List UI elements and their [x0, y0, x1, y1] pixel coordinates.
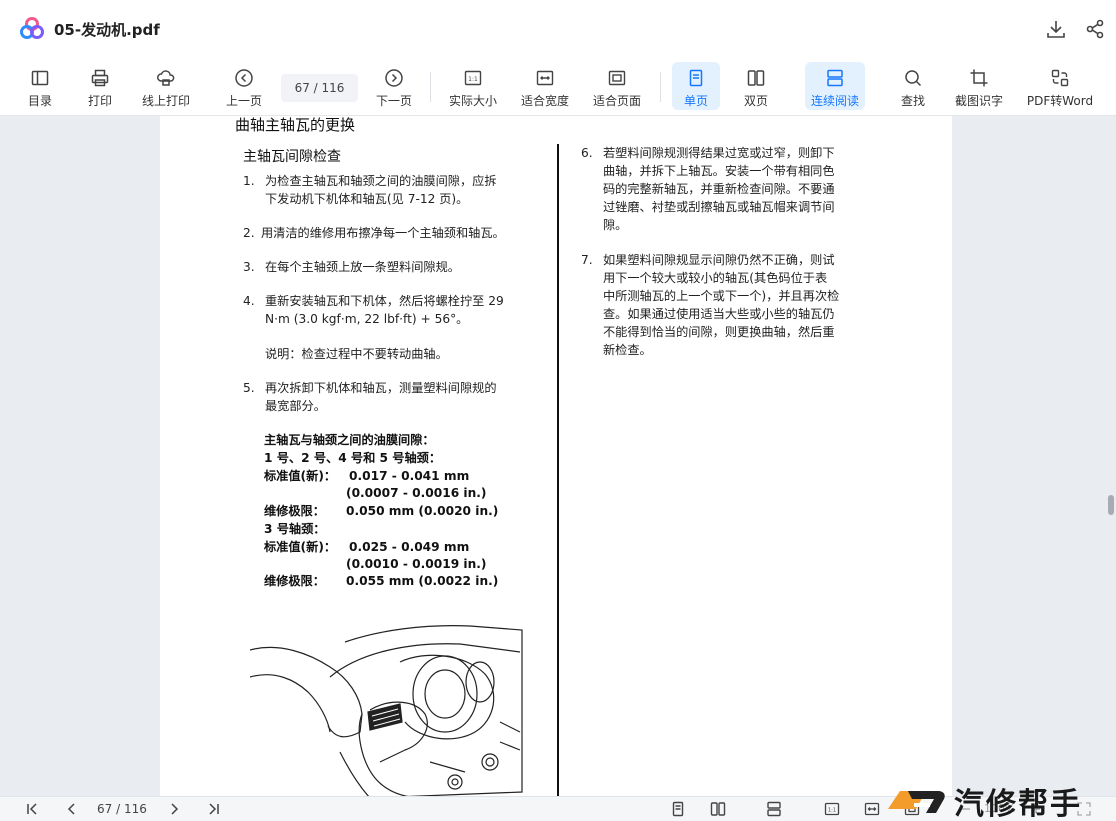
chevron-right-circle-icon	[384, 68, 404, 88]
chevron-left-circle-icon	[234, 68, 254, 88]
list-item: 2. 用清洁的维修用布擦净每一个主轴颈和轴瓦。	[243, 226, 505, 240]
single-page-button[interactable]: 单页	[672, 62, 720, 110]
spec-title: 主轴瓦与轴颈之间的油膜间隙：	[264, 433, 435, 447]
list-item: 7. 如果塑料间隙规显示间隙仍然不正确，则试 用下一个较大或较小的轴瓦(其色码位…	[581, 253, 840, 357]
watermark: 汽修帮手	[884, 775, 1116, 821]
list-item: 5. 再次拆卸下机体和轴瓦，测量塑料间隙规的 最宽部分。	[243, 381, 497, 413]
cloud-print-icon	[156, 68, 176, 88]
double-page-icon[interactable]	[710, 801, 726, 817]
spec-limit-label: 维修极限：	[264, 574, 325, 588]
spec-std2-mm: 0.025 - 0.049 mm	[349, 540, 470, 554]
spec-std2-in: (0.0010 - 0.0019 in.)	[346, 557, 487, 571]
list-item: 4. 重新安装轴瓦和下机体，然后将螺栓拧至 29 N·m (3.0 kgf·m,…	[243, 294, 504, 326]
toc-button[interactable]: 目录	[22, 58, 58, 116]
section-title: 主轴瓦间隙检查	[243, 149, 341, 165]
actual-size-icon[interactable]: 1:1	[824, 801, 840, 817]
fit-width-icon	[535, 68, 555, 88]
crop-icon	[969, 68, 989, 88]
continuous-read-button[interactable]: 连续阅读	[805, 62, 865, 110]
print-button[interactable]: 打印	[82, 58, 118, 116]
fit-width-icon[interactable]	[864, 801, 880, 817]
app-logo-icon	[20, 17, 44, 39]
next-page-button[interactable]: 下一页	[373, 58, 415, 116]
fit-width-button[interactable]: 适合宽度	[518, 58, 572, 116]
continuous-read-icon[interactable]	[766, 801, 782, 817]
vertical-scrollbar-thumb[interactable]	[1108, 495, 1114, 515]
page-number-input[interactable]: 67 / 116	[281, 74, 358, 102]
spec-group-1: 1 号、2 号、4 号和 5 号轴颈：	[264, 451, 442, 465]
single-page-icon[interactable]	[670, 801, 686, 817]
note-text: 说明：检查过程中不要转动曲轴。	[265, 347, 448, 361]
toolbar-divider	[430, 72, 431, 102]
actual-size-icon: 1:1	[463, 68, 483, 88]
double-page-button[interactable]: 双页	[738, 58, 774, 116]
bottom-page-indicator[interactable]: 67 / 116	[97, 802, 147, 816]
first-page-icon[interactable]	[24, 801, 40, 817]
spec-limit-label: 维修极限：	[264, 504, 325, 518]
list-item: 6. 若塑料间隙规测得结果过宽或过窄，则卸下 曲轴，并拆下上轴瓦。安装一个带有相…	[581, 146, 835, 232]
single-page-icon	[686, 68, 706, 88]
double-page-icon	[746, 68, 766, 88]
toolbar-divider	[660, 72, 661, 102]
document-title: 05-发动机.pdf	[54, 21, 160, 39]
share-icon[interactable]	[1084, 18, 1106, 40]
spec-limit2: 0.055 mm (0.0022 in.)	[346, 574, 499, 588]
online-print-button[interactable]: 线上打印	[136, 58, 196, 116]
list-item: 1. 为检查主轴瓦和轴颈之间的油膜间隙，应拆 下发动机下机体和轴瓦(见 7-12…	[243, 174, 497, 206]
last-page-icon[interactable]	[206, 801, 222, 817]
page-heading: 曲轴主轴瓦的更换	[235, 116, 356, 134]
crankshaft-plastigauge-illustration	[250, 625, 523, 796]
download-icon[interactable]	[1045, 18, 1067, 40]
list-item: 3. 在每个主轴颈上放一条塑料间隙规。	[243, 260, 460, 274]
prev-page-button[interactable]: 上一页	[223, 58, 265, 116]
ocr-button[interactable]: 截图识字	[950, 58, 1008, 116]
chevron-right-icon[interactable]	[166, 801, 182, 817]
title-bar: 05-发动机.pdf	[0, 0, 1116, 58]
svg-text:1:1: 1:1	[828, 808, 836, 814]
chevron-left-icon[interactable]	[64, 801, 80, 817]
find-button[interactable]: 查找	[895, 58, 931, 116]
column-divider	[557, 144, 559, 796]
spec-limit1: 0.050 mm (0.0020 in.)	[346, 504, 499, 518]
search-icon	[903, 68, 923, 88]
continuous-read-icon	[825, 68, 845, 88]
spec-std-label: 标准值(新)：	[264, 540, 337, 554]
actual-size-button[interactable]: 1:1 实际大小	[446, 58, 500, 116]
spec-std1-mm: 0.017 - 0.041 mm	[349, 469, 470, 483]
watermark-text: 汽修帮手	[954, 787, 1082, 821]
svg-text:1:1: 1:1	[468, 76, 478, 83]
watermark-logo-icon	[888, 791, 945, 813]
printer-icon	[90, 68, 110, 88]
toc-icon	[30, 68, 50, 88]
spec-std1-in: (0.0007 - 0.0016 in.)	[346, 486, 487, 500]
spec-std-label: 标准值(新)：	[264, 469, 337, 483]
pdf-to-word-button[interactable]: PDF转Word	[1024, 58, 1096, 116]
spec-group-2: 3 号轴颈：	[264, 522, 326, 536]
fit-page-button[interactable]: 适合页面	[590, 58, 644, 116]
pdf-page: 曲轴主轴瓦的更换 主轴瓦间隙检查 1. 为检查主轴瓦和轴颈之间的油膜间隙，应拆 …	[160, 116, 952, 796]
fit-page-icon	[607, 68, 627, 88]
convert-icon	[1050, 68, 1070, 88]
